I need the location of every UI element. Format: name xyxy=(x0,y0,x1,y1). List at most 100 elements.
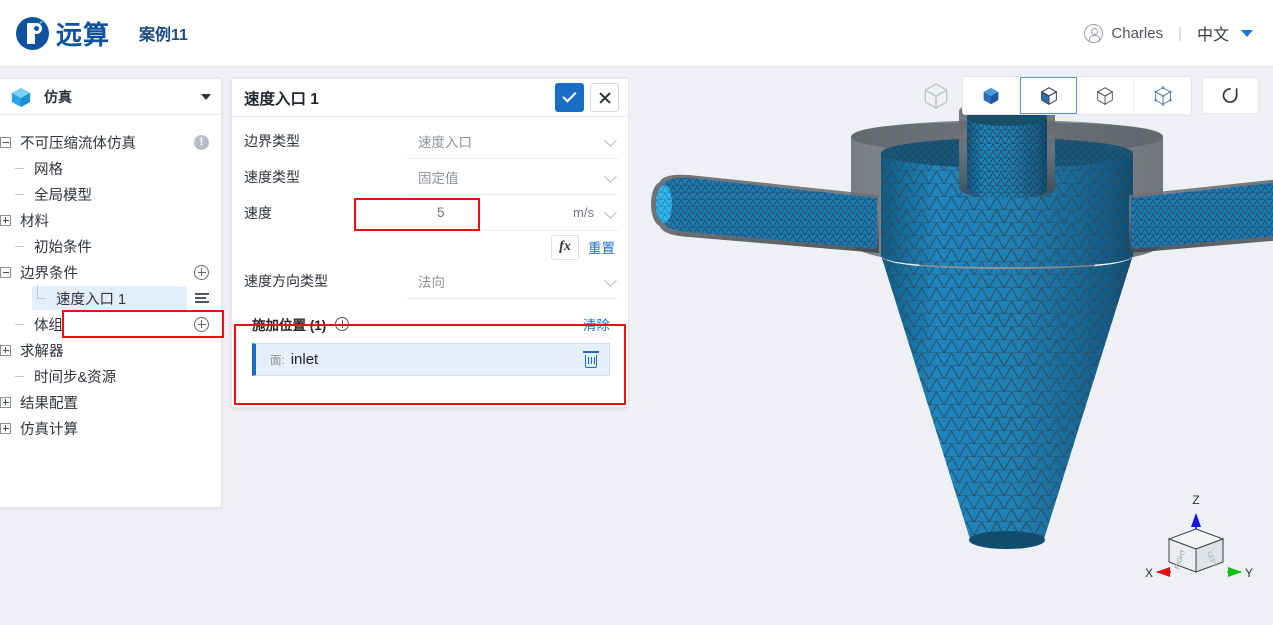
panel-body: 边界类型 速度入口 速度类型 固定值 速度 5 m/s fx 重置 速度方向类型… xyxy=(232,117,628,376)
field-velocity-direction-type: 速度方向类型 法向 xyxy=(244,263,618,299)
check-icon xyxy=(562,88,577,103)
top-bar-right: Charles | 中文 xyxy=(1084,21,1253,45)
viewport-toolbar xyxy=(920,76,1259,115)
sidebar-item-global-model[interactable]: 全局模型 xyxy=(0,181,221,207)
plus-circle-icon[interactable] xyxy=(335,317,350,331)
confirm-button[interactable] xyxy=(555,83,584,112)
add-item-icon[interactable] xyxy=(194,264,209,280)
tree-item-label: 全局模型 xyxy=(34,187,92,204)
field-label: 速度类型 xyxy=(244,169,300,185)
location-kind: 面: xyxy=(270,354,285,367)
axis-label-z: Z xyxy=(1192,493,1199,507)
sidebar-item-volume-group[interactable]: 体组 xyxy=(0,311,221,337)
tree-item-label: 不可压缩流体仿真 xyxy=(20,135,136,152)
tree-branch-line xyxy=(14,371,25,382)
simulation-tree: 不可压缩流体仿真! 网格全局模型材料 初始条件边界条件速度入口 1 体组 求解器时间步&… xyxy=(0,115,221,441)
view-mode-group xyxy=(962,76,1192,115)
tree-expand-toggle[interactable] xyxy=(0,396,11,408)
sidebar-header[interactable]: 仿真 xyxy=(0,79,221,115)
chevron-down-icon xyxy=(604,273,617,287)
panel-title: 速度入口 1 xyxy=(244,90,319,108)
tree-branch-line xyxy=(14,319,25,330)
top-bar: 远算 案例11 Charles | 中文 xyxy=(0,0,1273,67)
field-boundary-type: 边界类型 速度入口 xyxy=(244,123,618,159)
view-reset-icon[interactable] xyxy=(1202,77,1259,114)
sidebar-item-incompressible-flow[interactable]: 不可压缩流体仿真! xyxy=(0,129,221,155)
tree-item-label: 时间步&资源 xyxy=(34,369,117,386)
tree-collapse-toggle[interactable] xyxy=(0,136,11,148)
sidebar-item-mesh[interactable]: 网格 xyxy=(0,155,221,181)
axis-label-y: Y xyxy=(1245,566,1253,580)
reset-link[interactable]: 重置 xyxy=(588,237,615,257)
status-badge: ! xyxy=(194,134,209,150)
view-shaded-edges-icon[interactable] xyxy=(1020,77,1077,114)
clear-link[interactable]: 清除 xyxy=(583,314,610,334)
close-icon xyxy=(598,91,611,104)
sidebar: 仿真 不可压缩流体仿真! 网格全局模型材料 初始条件边界条件速度入口 1 体组 求解器时… xyxy=(0,78,222,508)
tree-item-label: 边界条件 xyxy=(20,265,78,282)
sidebar-item-timestep-resources[interactable]: 时间步&资源 xyxy=(0,363,221,389)
yuansuan-logo-icon xyxy=(16,16,49,50)
formula-button[interactable]: fx xyxy=(551,234,579,260)
axis-orientation-gizmo[interactable]: Z X Y RIGHT LEFT xyxy=(1141,491,1257,589)
chevron-down-icon[interactable] xyxy=(1241,29,1253,37)
tree-collapse-toggle[interactable] xyxy=(0,266,11,278)
tree-item-label: 仿真计算 xyxy=(20,421,78,438)
tree-branch-line xyxy=(14,189,25,200)
velocity-input[interactable]: 5 m/s xyxy=(407,196,618,231)
blue-cube-icon xyxy=(11,87,31,107)
field-label: 边界类型 xyxy=(244,133,300,149)
properties-panel: 速度入口 1 边界类型 速度入口 速度类型 固定值 速度 5 m/s fx 重置… xyxy=(231,78,629,408)
boundary-type-select[interactable]: 速度入口 xyxy=(407,124,618,159)
sidebar-item-initial-conditions[interactable]: 初始条件 xyxy=(0,233,221,259)
panel-header: 速度入口 1 xyxy=(232,79,628,117)
tree-item-label: 网格 xyxy=(34,161,63,178)
location-section: 施加位置 (1) 清除 面: inlet xyxy=(244,312,618,376)
brand-name: 远算 xyxy=(56,19,111,50)
sidebar-item-velocity-inlet-1[interactable]: 速度入口 1 xyxy=(0,284,221,311)
avatar-icon xyxy=(1084,23,1104,43)
field-value: 固定值 xyxy=(418,170,459,186)
cancel-button[interactable] xyxy=(590,83,619,112)
chevron-down-icon xyxy=(604,133,617,147)
tree-branch-line xyxy=(14,163,25,174)
chevron-down-icon[interactable] xyxy=(604,205,617,219)
velocity-direction-select[interactable]: 法向 xyxy=(407,264,618,299)
viewport-3d[interactable]: Z X Y RIGHT LEFT xyxy=(629,67,1273,625)
field-label: 速度方向类型 xyxy=(244,273,328,289)
sidebar-item-simulation-run[interactable]: 仿真计算 xyxy=(0,415,221,441)
add-item-icon[interactable] xyxy=(194,316,209,332)
language-label[interactable]: 中文 xyxy=(1197,21,1229,45)
divider: | xyxy=(1178,24,1182,42)
document-title: 案例11 xyxy=(139,27,188,44)
formula-row: fx 重置 xyxy=(244,231,618,263)
field-velocity: 速度 5 m/s xyxy=(244,195,618,231)
item-menu-icon[interactable] xyxy=(195,293,209,303)
sidebar-title: 仿真 xyxy=(44,88,72,105)
tree-expand-toggle[interactable] xyxy=(0,422,11,434)
brand[interactable]: 远算 xyxy=(16,15,110,52)
velocity-unit: m/s xyxy=(573,205,594,220)
user-name[interactable]: Charles xyxy=(1111,25,1163,42)
velocity-type-select[interactable]: 固定值 xyxy=(407,160,618,195)
sidebar-item-boundary-conditions[interactable]: 边界条件 xyxy=(0,259,221,285)
sidebar-item-result-config[interactable]: 结果配置 xyxy=(0,389,221,415)
sidebar-item-material[interactable]: 材料 xyxy=(0,207,221,233)
field-label: 速度 xyxy=(244,205,272,221)
view-cube-ghost-icon[interactable] xyxy=(920,80,952,112)
tree-expand-toggle[interactable] xyxy=(0,214,11,226)
velocity-value: 5 xyxy=(437,205,445,220)
chevron-down-icon[interactable] xyxy=(201,93,211,100)
field-velocity-type: 速度类型 固定值 xyxy=(244,159,618,195)
view-points-icon[interactable] xyxy=(1134,77,1191,114)
tree-item-label: 速度入口 1 xyxy=(56,291,127,308)
axis-label-x: X xyxy=(1145,566,1153,580)
view-wireframe-icon[interactable] xyxy=(1077,77,1134,114)
trash-icon[interactable] xyxy=(583,351,599,368)
tree-expand-toggle[interactable] xyxy=(0,344,11,356)
view-shaded-icon[interactable] xyxy=(963,77,1020,114)
sidebar-item-solver[interactable]: 求解器 xyxy=(0,337,221,363)
tree-branch-line xyxy=(36,284,47,304)
location-name: inlet xyxy=(290,351,319,368)
list-item[interactable]: 面: inlet xyxy=(252,343,610,376)
